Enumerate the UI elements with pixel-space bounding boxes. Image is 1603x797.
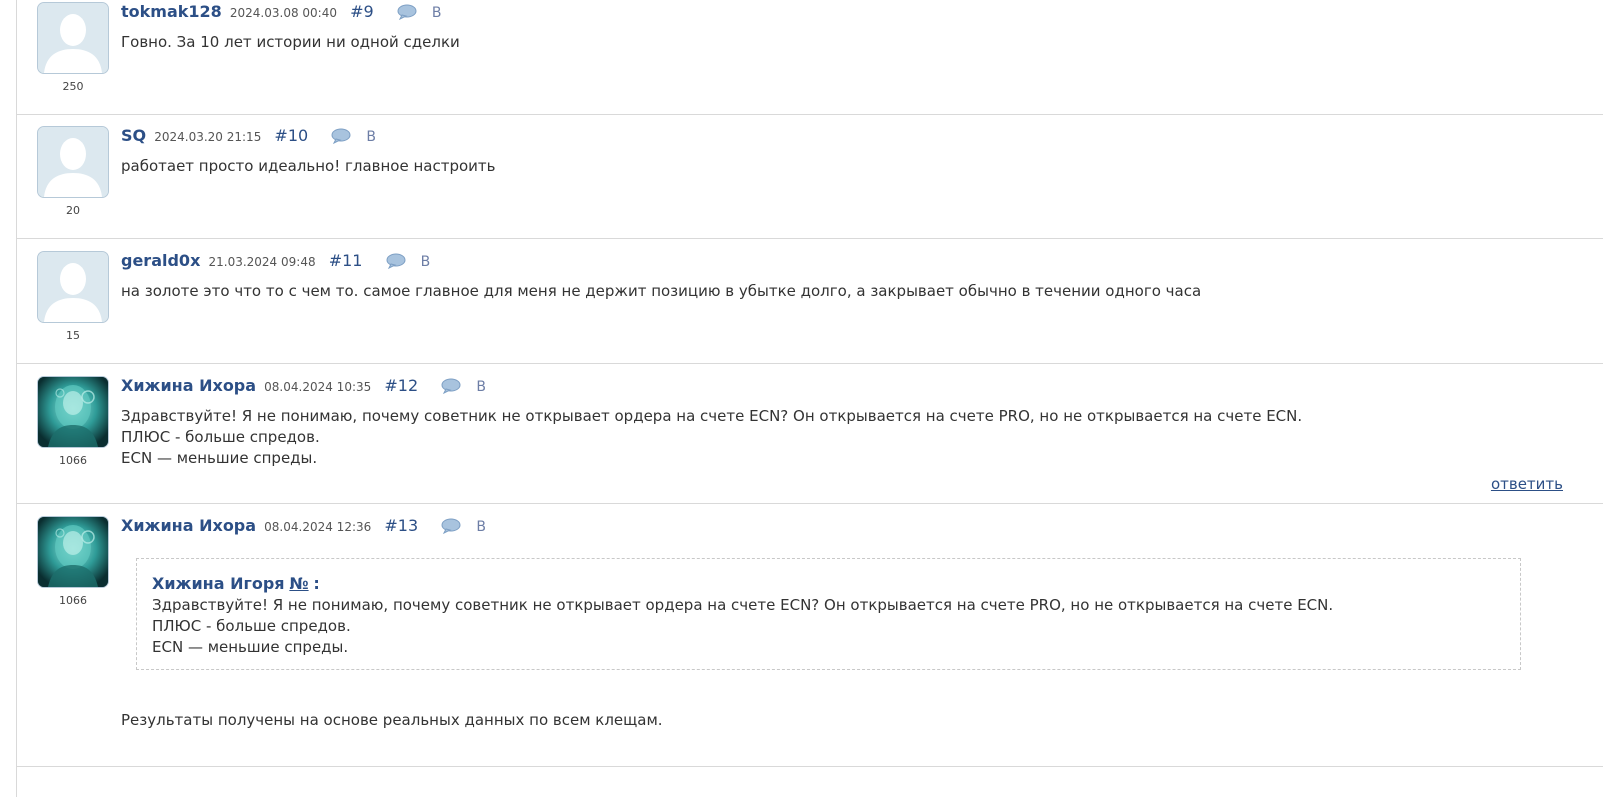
user-rating: 15 <box>66 329 80 342</box>
comment-header: tokmak128 2024.03.08 00:40 #9 В <box>121 0 441 24</box>
avatar[interactable] <box>37 376 109 448</box>
quote-link[interactable]: № <box>289 574 308 593</box>
avatar[interactable] <box>37 126 109 198</box>
default-user-icon <box>38 127 108 197</box>
quote-line: ПЛЮС - больше спредов. <box>152 617 351 635</box>
comment-number[interactable]: #10 <box>274 126 308 145</box>
default-user-icon <box>38 252 108 322</box>
speech-bubble-icon[interactable] <box>397 3 417 27</box>
comment-text: на золоте это что то с чем то. самое гла… <box>121 282 1202 300</box>
quote-colon: : <box>313 574 320 593</box>
comment-header: Хижина Ихора 08.04.2024 12:36 #13 В <box>121 514 486 538</box>
vote-button[interactable]: В <box>476 519 486 535</box>
comment-date: 08.04.2024 12:36 <box>264 520 372 534</box>
user-avatar-image <box>38 377 108 447</box>
user-rating: 1066 <box>59 594 87 607</box>
comment-author[interactable]: Хижина Ихора <box>121 516 256 535</box>
user-rating: 1066 <box>59 454 87 467</box>
user-avatar-image <box>38 517 108 587</box>
comment-number[interactable]: #13 <box>384 516 418 535</box>
comment-date: 08.04.2024 10:35 <box>264 380 372 394</box>
comment-header: SQ 2024.03.20 21:15 #10 В <box>121 124 376 148</box>
comment-date: 21.03.2024 09:48 <box>208 255 316 269</box>
vote-button[interactable]: В <box>366 129 376 145</box>
quote-author[interactable]: Хижина Игоря <box>152 574 285 593</box>
comment-number[interactable]: #9 <box>350 2 374 21</box>
avatar[interactable] <box>37 2 109 74</box>
quote-line: Здравствуйте! Я не понимаю, почему совет… <box>152 596 1334 614</box>
comment-author[interactable]: SQ <box>121 126 146 145</box>
avatar[interactable] <box>37 516 109 588</box>
quote-line: ECN — меньшие спреды. <box>152 638 349 656</box>
comment: 20 SQ 2024.03.20 21:15 #10 В работает пр… <box>16 124 1603 239</box>
comment-text: работает просто идеально! главное настро… <box>121 157 496 175</box>
vote-button[interactable]: В <box>432 5 442 21</box>
comment-number[interactable]: #12 <box>384 376 418 395</box>
speech-bubble-icon[interactable] <box>441 377 461 401</box>
vote-button[interactable]: В <box>421 254 431 270</box>
speech-bubble-icon[interactable] <box>386 252 406 276</box>
user-rating: 20 <box>66 204 80 217</box>
comment-author[interactable]: Хижина Ихора <box>121 376 256 395</box>
comment-text: Результаты получены на основе реальных д… <box>121 711 663 729</box>
comment-text: Здравствуйте! Я не понимаю, почему совет… <box>121 407 1303 467</box>
comment-header: Хижина Ихора 08.04.2024 10:35 #12 В <box>121 374 486 398</box>
vote-button[interactable]: В <box>476 379 486 395</box>
comment: 250 tokmak128 2024.03.08 00:40 #9 В Говн… <box>16 0 1603 115</box>
reply-link[interactable]: ответить <box>1491 475 1563 493</box>
comment: 1066 Хижина Ихора 08.04.2024 10:35 #12 В… <box>16 374 1603 504</box>
comment: 15 gerald0x 21.03.2024 09:48 #11 В на зо… <box>16 249 1603 364</box>
default-user-icon <box>38 3 108 73</box>
comment-author[interactable]: tokmak128 <box>121 2 222 21</box>
user-rating: 250 <box>62 80 84 93</box>
comment-number[interactable]: #11 <box>329 251 363 270</box>
comment-date: 2024.03.20 21:15 <box>154 130 262 144</box>
quote-block: Хижина Игоря № : Здравствуйте! Я не пони… <box>136 558 1521 670</box>
comment-header: gerald0x 21.03.2024 09:48 #11 В <box>121 249 430 273</box>
speech-bubble-icon[interactable] <box>441 517 461 541</box>
comment-date: 2024.03.08 00:40 <box>229 6 337 20</box>
comment: 1066 Хижина Ихора 08.04.2024 12:36 #13 В… <box>16 514 1603 767</box>
comment-text: Говно. За 10 лет истории ни одной сделки <box>121 33 460 51</box>
speech-bubble-icon[interactable] <box>331 127 351 151</box>
comment-author[interactable]: gerald0x <box>121 251 200 270</box>
avatar[interactable] <box>37 251 109 323</box>
